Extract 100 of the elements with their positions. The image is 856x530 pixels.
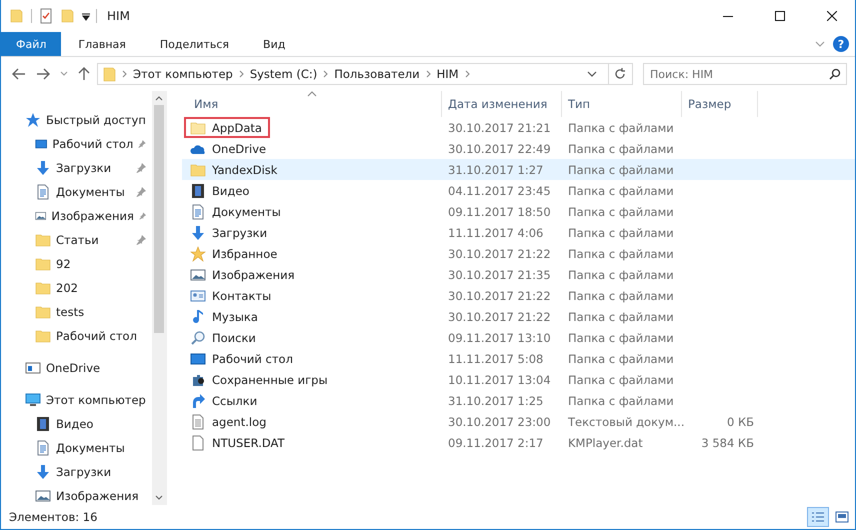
column-header[interactable]: Размер xyxy=(682,91,758,117)
type-cell-text: Папка с файлами xyxy=(567,204,675,218)
sidebar-item[interactable]: Этот компьютер xyxy=(1,388,152,412)
document-icon xyxy=(190,204,206,220)
type-cell-text: Папка с файлами xyxy=(567,394,675,408)
computer-icon xyxy=(25,392,41,408)
sidebar-item[interactable]: tests xyxy=(1,300,152,324)
tiles-icon xyxy=(835,511,849,523)
window-title: HIM xyxy=(107,9,131,23)
sidebar-item[interactable]: Видео xyxy=(1,412,152,436)
sidebar-item[interactable]: OneDrive xyxy=(1,356,152,380)
date-cell-text: 31.10.2017 1:27 xyxy=(447,162,544,176)
date-cell-text: 10.11.2017 13:04 xyxy=(447,372,552,386)
chevron-down-icon[interactable] xyxy=(587,70,597,78)
file-name: NTUSER.DAT xyxy=(212,436,284,450)
file-row[interactable]: OneDrive 30.10.2017 22:49 Папка с файлами xyxy=(182,138,855,159)
breadcrumb[interactable]: Этот компьютер xyxy=(132,67,234,81)
file-row[interactable]: Ссылки 31.10.2017 1:25 Папка с файлами xyxy=(182,390,855,411)
ribbon-tab[interactable]: Файл xyxy=(1,32,62,56)
file-row[interactable]: Видео 04.11.2017 23:45 Папка с файлами xyxy=(182,180,855,201)
type-cell-text: Папка с файлами xyxy=(567,310,675,324)
details-view-button[interactable] xyxy=(807,507,829,527)
refresh-icon[interactable] xyxy=(614,68,626,80)
sidebar-item[interactable]: Изображения xyxy=(1,484,152,505)
star-icon xyxy=(25,112,41,128)
sidebar-item[interactable]: 202 xyxy=(1,276,152,300)
window-icon xyxy=(25,360,41,376)
ribbon-tab[interactable]: Главная xyxy=(61,32,143,56)
file-row[interactable]: Поиски 09.11.2017 13:10 Папка с файлами xyxy=(182,327,855,348)
folder-icon xyxy=(35,304,51,320)
column-header[interactable]: Дата изменения xyxy=(442,91,562,117)
back-arrow-icon xyxy=(12,68,26,80)
curved-arrow-icon xyxy=(190,392,206,408)
folder-icon xyxy=(35,256,51,272)
sidebar-item[interactable]: Изображения xyxy=(1,204,152,228)
file-name: Загрузки xyxy=(212,226,268,240)
monitor-icon xyxy=(190,350,206,366)
sidebar-item[interactable]: Документы xyxy=(1,180,152,204)
type-cell-text: Папка с файлами xyxy=(567,226,675,240)
sidebar-item[interactable]: Рабочий стол xyxy=(1,324,152,348)
folder-icon xyxy=(35,280,51,296)
file-name: YandexDisk xyxy=(212,162,278,176)
file-name: Избранное xyxy=(212,246,278,260)
down-arrow-icon xyxy=(190,224,206,240)
star-icon xyxy=(190,246,206,262)
properties-icon[interactable] xyxy=(38,8,54,24)
date-cell-text: 11.11.2017 4:06 xyxy=(447,226,544,240)
sidebar-item[interactable]: Загрузки xyxy=(1,156,152,180)
file-row[interactable]: AppData 30.10.2017 21:21 Папка с файлами xyxy=(182,117,855,138)
list-icon xyxy=(811,511,825,523)
sidebar-item[interactable]: Статьи xyxy=(1,228,152,252)
breadcrumb[interactable]: Пользователи xyxy=(333,67,421,81)
document-icon xyxy=(35,184,51,200)
file-row[interactable]: agent.log 30.10.2017 23:00 Текстовый докум... 0 КБ xyxy=(182,411,855,432)
search-field[interactable]: Поиск: HIM xyxy=(643,63,847,85)
file-row[interactable]: Загрузки 11.11.2017 4:06 Папка с файлами xyxy=(182,222,855,243)
column-header[interactable]: Тип xyxy=(562,91,682,117)
file-row[interactable]: Музыка 30.10.2017 21:22 Папка с файлами xyxy=(182,306,855,327)
file-row[interactable]: NTUSER.DAT 09.11.2017 2:17 KMPlayer.dat 3 584 КБ xyxy=(182,432,855,453)
dropdown-icon[interactable] xyxy=(82,11,90,21)
breadcrumb[interactable]: System (C:) xyxy=(248,67,318,81)
forward-arrow-icon xyxy=(36,68,50,80)
sidebar-item[interactable]: Быстрый доступ xyxy=(1,108,152,132)
type-cell-text: KMPlayer.dat xyxy=(567,436,644,450)
file-row[interactable]: YandexDisk 31.10.2017 1:27 Папка с файлами xyxy=(182,159,855,180)
ribbon-tab[interactable]: Поделиться xyxy=(142,32,246,56)
date-cell-text: 30.10.2017 22:49 xyxy=(447,142,552,156)
file-name: Рабочий стол xyxy=(212,352,293,366)
file-name: Ссылки xyxy=(212,394,258,408)
date-cell-text: 04.11.2017 23:45 xyxy=(447,184,552,198)
sidebar-item[interactable]: 92 xyxy=(1,252,152,276)
scrollbar[interactable] xyxy=(152,91,166,505)
type-cell-text: Папка с файлами xyxy=(567,330,675,344)
music-note-icon xyxy=(190,308,206,324)
chevron-right-icon xyxy=(323,70,328,78)
sidebar-item[interactable]: Загрузки xyxy=(1,460,152,484)
date-cell-text: 30.10.2017 21:22 xyxy=(447,246,552,260)
file-row[interactable]: Изображения 30.10.2017 21:35 Папка с файлами xyxy=(182,264,855,285)
item-count: Элементов: 16 xyxy=(9,510,98,524)
file-row[interactable]: Рабочий стол 11.11.2017 5:08 Папка с файлами xyxy=(182,348,855,369)
file-row[interactable]: Избранное 30.10.2017 21:22 Папка с файлами xyxy=(182,243,855,264)
file-row[interactable]: Документы 09.11.2017 18:50 Папка с файлами xyxy=(182,201,855,222)
address-field[interactable]: Этот компьютер System (C:) Пользователи HIM xyxy=(97,63,633,85)
ribbon-tab[interactable]: Вид xyxy=(246,32,302,56)
chevron-right-icon xyxy=(464,70,470,78)
column-header[interactable]: Имя xyxy=(182,91,442,117)
folder-icon xyxy=(103,66,117,82)
type-cell-text: Папка с файлами xyxy=(567,372,675,386)
help-button[interactable]: ? xyxy=(833,36,849,52)
file-name: Сохраненные игры xyxy=(212,372,328,386)
picture-icon xyxy=(35,488,51,504)
file-name: OneDrive xyxy=(212,142,266,156)
sidebar-item[interactable]: Документы xyxy=(1,436,152,460)
file-row[interactable]: Сохраненные игры 10.11.2017 13:04 Папка с файлами xyxy=(182,369,855,390)
file-row[interactable]: Контакты 30.10.2017 21:22 Папка с файлами xyxy=(182,285,855,306)
breadcrumb[interactable]: HIM xyxy=(436,67,460,81)
type-cell-text: Папка с файлами xyxy=(567,184,675,198)
chevron-right-icon xyxy=(426,70,431,78)
sidebar-item[interactable]: Рабочий стол xyxy=(1,132,152,156)
close-icon xyxy=(827,11,837,21)
